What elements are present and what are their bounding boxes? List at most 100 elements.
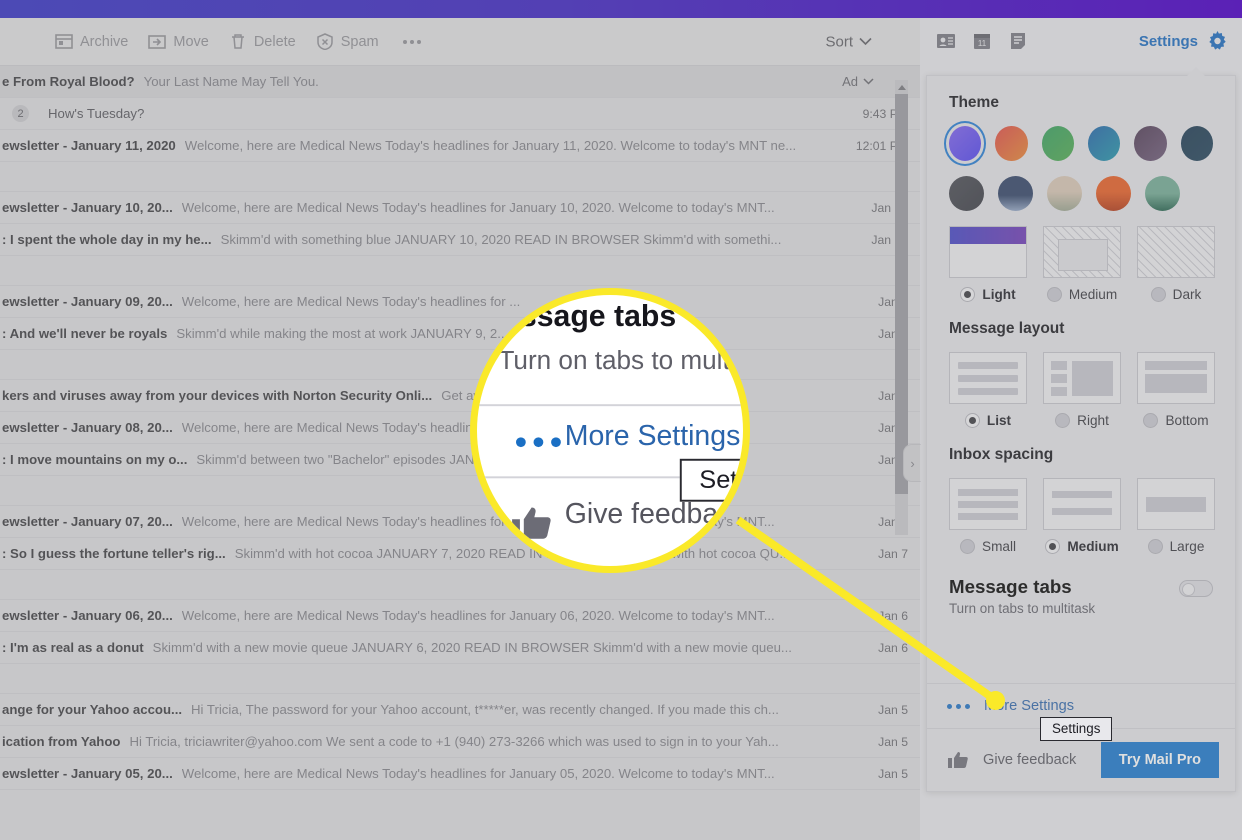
archive-button[interactable]: Archive <box>55 33 128 50</box>
layout-option-list[interactable]: List <box>949 352 1027 428</box>
message-snippet: Welcome, here are Medical News Today's h… <box>181 420 502 435</box>
theme-swatch-plum[interactable] <box>1134 126 1167 161</box>
expand-panel-button[interactable]: › <box>903 444 921 482</box>
theme-swatch-charcoal[interactable] <box>949 176 984 211</box>
radio-light[interactable] <box>960 287 976 302</box>
layout-preview-bottom[interactable] <box>1137 352 1215 404</box>
preview-inner-box <box>1058 239 1108 271</box>
spacing-option-medium[interactable]: Medium <box>1043 478 1121 554</box>
layout-preview-right[interactable] <box>1043 352 1121 404</box>
more-settings-label: More Settings <box>984 698 1075 714</box>
preview-lines-medium <box>1044 479 1120 525</box>
message-row[interactable]: ewsletter - January 07, 20... Welcome, he… <box>0 506 920 538</box>
layout-radio-list[interactable]: List <box>949 413 1027 428</box>
radio-small[interactable] <box>960 539 975 554</box>
message-row[interactable]: : I spent the whole day in my he... Skimm… <box>0 224 920 256</box>
message-subject: : I spent the whole day in my he... <box>2 232 212 247</box>
theme-swatch-row-2[interactable] <box>949 176 1213 211</box>
thumbs-up-icon[interactable] <box>947 750 969 770</box>
settings-link[interactable]: Settings <box>1139 30 1228 52</box>
theme-swatch-violet-gradient[interactable] <box>943 121 987 166</box>
message-subject: ewsletter - January 06, 20... <box>2 608 173 623</box>
message-row[interactable]: : I'm as real as a donut Skimm'd with a n… <box>0 632 920 664</box>
theme-swatch-row-1[interactable] <box>943 121 1213 166</box>
spacing-option-small[interactable]: Small <box>949 478 1027 554</box>
message-row[interactable]: ewsletter - January 10, 20... Welcome, he… <box>0 192 920 224</box>
message-subject: ewsletter - January 11, 2020 <box>2 138 176 153</box>
spacing-option-large[interactable]: Large <box>1137 478 1215 554</box>
density-radio-dark[interactable]: Dark <box>1137 287 1215 302</box>
radio-bottom[interactable] <box>1143 413 1159 428</box>
message-time: Jan 5 <box>878 766 908 781</box>
try-mail-pro-button[interactable]: Try Mail Pro <box>1100 742 1219 778</box>
layout-option-bottom[interactable]: Bottom <box>1137 352 1215 428</box>
sort-button[interactable]: Sort <box>825 33 872 50</box>
density-preview-dark[interactable] <box>1137 226 1215 278</box>
mail-pane: Archive Move Delete Spam Sort e From Roy… <box>0 18 921 840</box>
density-radio-medium[interactable]: Medium <box>1043 287 1121 302</box>
theme-swatch-green[interactable] <box>1041 126 1074 161</box>
message-row[interactable]: : I move mountains on my o... Skimm'd bet… <box>0 444 920 476</box>
density-preview-medium[interactable] <box>1043 226 1121 278</box>
density-option-medium[interactable]: Medium <box>1043 226 1121 302</box>
theme-swatch-desert[interactable] <box>1047 176 1082 211</box>
spacing-radio-large[interactable]: Large <box>1137 539 1215 554</box>
message-row[interactable]: 2 How's Tuesday? 9:43 PM <box>0 98 920 130</box>
triangle-up-icon[interactable] <box>895 80 908 94</box>
message-row[interactable]: ewsletter - January 09, 20... Welcome, he… <box>0 286 920 318</box>
message-row[interactable]: ewsletter - January 06, 20... Welcome, he… <box>0 600 920 632</box>
delete-button[interactable]: Delete <box>229 33 296 50</box>
message-row[interactable]: ewsletter - January 11, 2020 Welcome, her… <box>0 130 920 162</box>
gear-icon[interactable] <box>1207 30 1228 52</box>
spacing-preview-medium[interactable] <box>1043 478 1121 530</box>
theme-swatch-ocean-blue[interactable] <box>1087 126 1121 161</box>
layout-preview-list[interactable] <box>949 352 1027 404</box>
message-row[interactable]: : And we'll never be royals Skimm'd while… <box>0 318 920 350</box>
density-option-light[interactable]: Light <box>949 226 1027 302</box>
spacing-preview-small[interactable] <box>949 478 1027 530</box>
spam-label: Spam <box>340 33 379 50</box>
message-row[interactable]: ewsletter - January 08, 20... Welcome, he… <box>0 412 920 444</box>
layout-option-right[interactable]: Right <box>1043 352 1121 428</box>
ad-row[interactable]: e From Royal Blood? Your Last Name May Te… <box>0 66 920 98</box>
theme-swatch-sunset-red[interactable] <box>995 126 1028 161</box>
theme-heading: Theme <box>949 94 999 111</box>
spacing-radio-medium[interactable]: Medium <box>1043 539 1121 554</box>
message-list[interactable]: e From Royal Blood? Your Last Name May Te… <box>0 66 920 790</box>
density-preview-light[interactable] <box>949 226 1027 278</box>
more-horizontal-icon[interactable] <box>402 39 421 44</box>
message-tabs-subtitle: Turn on tabs to multitask <box>949 601 1096 616</box>
give-feedback-label[interactable]: Give feedback <box>983 752 1076 768</box>
theme-swatch-night-lake[interactable] <box>998 176 1033 211</box>
spacing-radio-small[interactable]: Small <box>949 539 1027 554</box>
radio-dark[interactable] <box>1150 287 1166 302</box>
layout-radio-right[interactable]: Right <box>1043 413 1121 428</box>
density-radio-light[interactable]: Light <box>949 287 1027 302</box>
message-tabs-toggle[interactable] <box>1179 580 1213 597</box>
notes-icon[interactable] <box>1008 31 1028 51</box>
move-button[interactable]: Move <box>148 33 209 50</box>
message-row[interactable]: ication from Yahoo Hi Tricia, triciawrite… <box>0 726 920 758</box>
spam-button[interactable]: Spam <box>316 33 379 50</box>
message-row[interactable]: ewsletter - January 05, 20... Welcome, he… <box>0 758 920 790</box>
layout-radio-bottom[interactable]: Bottom <box>1137 413 1215 428</box>
message-row[interactable]: kers and viruses away from your devices … <box>0 380 920 412</box>
radio-medium[interactable] <box>1046 287 1062 302</box>
radio-list[interactable] <box>964 413 980 428</box>
message-row[interactable]: ange for your Yahoo accou... Hi Tricia, T… <box>0 694 920 726</box>
theme-swatch-green-hills[interactable] <box>1145 176 1180 211</box>
calendar-icon[interactable]: 11 <box>972 31 992 51</box>
radio-right[interactable] <box>1055 413 1071 428</box>
theme-swatch-fiery-sunset[interactable] <box>1096 176 1131 211</box>
density-option-dark[interactable]: Dark <box>1137 226 1215 302</box>
theme-swatch-midnight[interactable] <box>1180 126 1213 161</box>
inbox-spacing-section: Inbox spacing Small Medium Large <box>927 446 1235 554</box>
radio-large[interactable] <box>1147 539 1163 554</box>
message-time: Jan 6 <box>878 640 908 655</box>
contacts-icon[interactable] <box>936 31 956 51</box>
radio-medium-spacing[interactable] <box>1045 539 1061 554</box>
spacing-preview-large[interactable] <box>1137 478 1215 530</box>
settings-flyout: Theme Light Medium Dark Message layout L… <box>926 67 1236 792</box>
message-row[interactable]: : So I guess the fortune teller's rig...… <box>0 538 920 570</box>
scrollbar-thumb[interactable] <box>895 94 908 494</box>
